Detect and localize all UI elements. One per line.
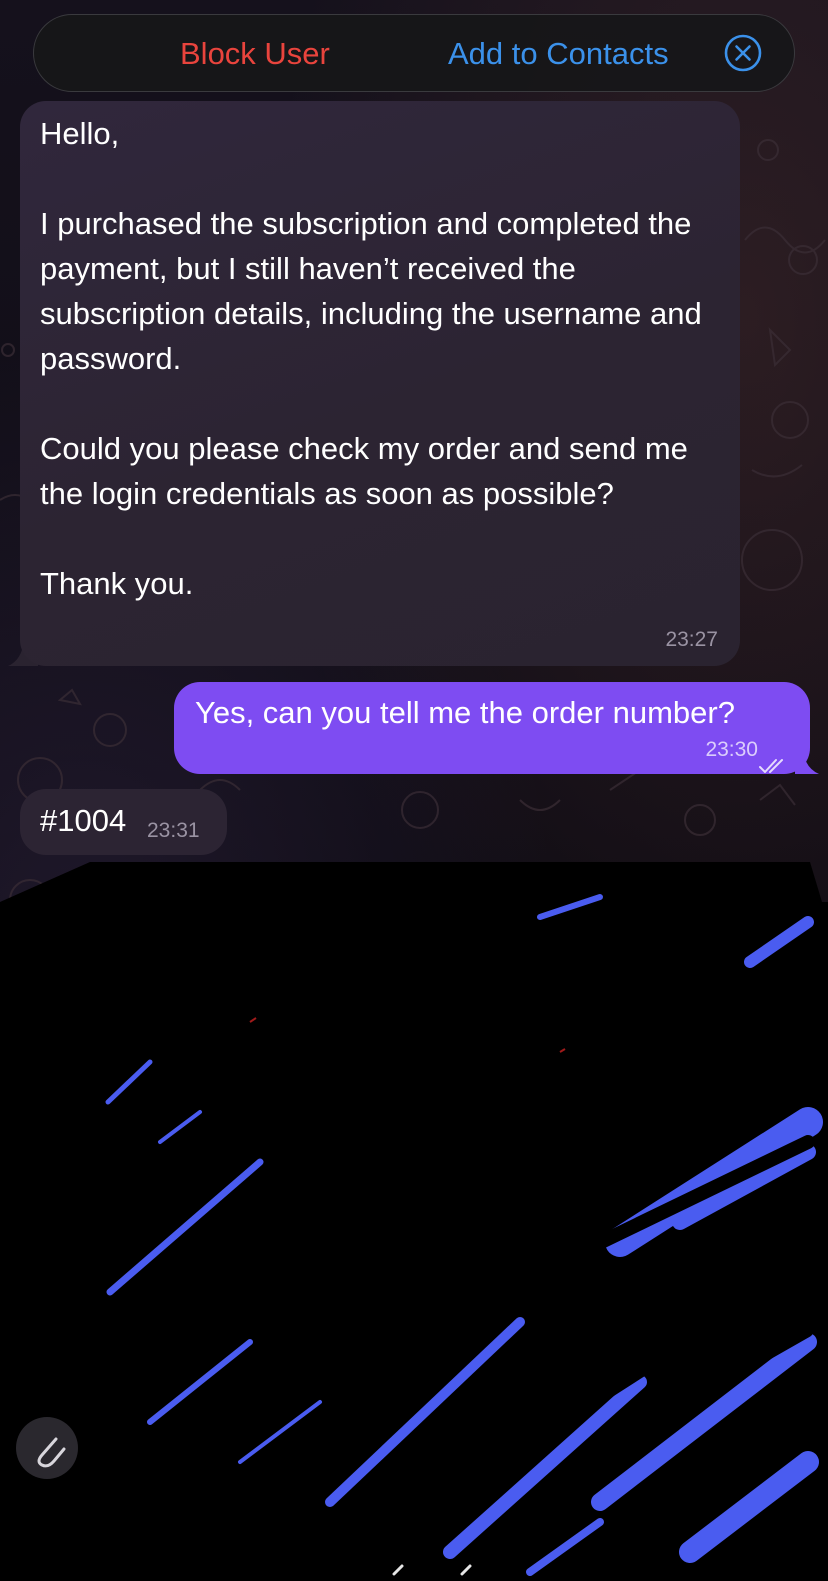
incoming-message-bubble[interactable]: Hello, I purchased the subscription and …: [20, 101, 740, 666]
message-timestamp: 23:27: [665, 628, 718, 651]
message-text: #1004: [40, 803, 127, 838]
chat-screen: Block User Add to Contacts Hello, I purc…: [0, 0, 828, 1581]
close-icon[interactable]: [724, 34, 762, 72]
add-to-contacts-button[interactable]: Add to Contacts: [448, 15, 669, 93]
redacted-area: [0, 862, 828, 1581]
message-paragraph: Hello,: [40, 116, 120, 151]
paperclip-icon: [37, 1437, 66, 1468]
message-paragraph: I purchased the subscription and complet…: [40, 206, 702, 376]
message-timestamp: 23:31: [147, 819, 200, 842]
block-user-button[interactable]: Block User: [180, 15, 330, 93]
double-check-icon: [758, 742, 788, 773]
message-paragraph: Thank you.: [40, 566, 194, 601]
message-paragraph: Could you please check my order and send…: [40, 431, 688, 511]
message-timestamp: 23:30: [705, 738, 758, 761]
incoming-message-bubble[interactable]: #1004 23:31: [20, 789, 227, 855]
outgoing-message-bubble[interactable]: Yes, can you tell me the order number? 2…: [174, 682, 810, 774]
message-text: Yes, can you tell me the order number?: [195, 695, 735, 730]
attach-button[interactable]: [16, 1417, 78, 1479]
contact-action-bar: Block User Add to Contacts: [33, 14, 795, 92]
